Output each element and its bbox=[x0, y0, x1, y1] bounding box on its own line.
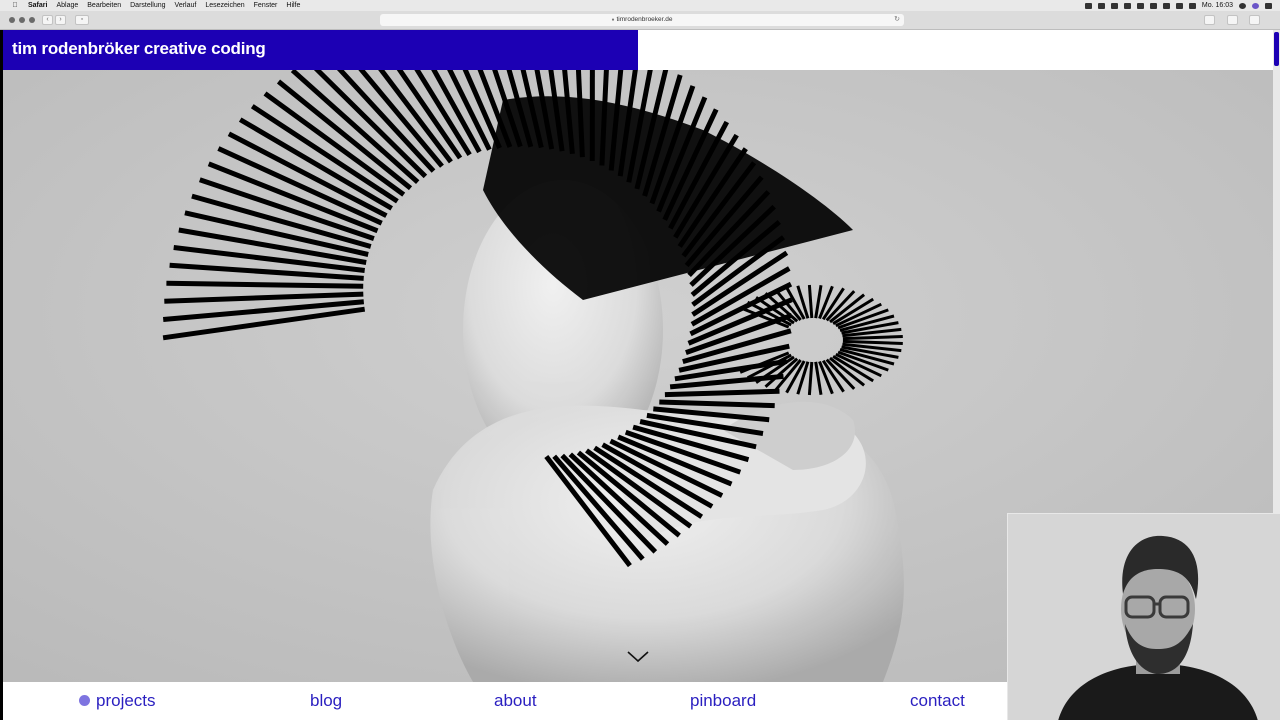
scrollbar-thumb[interactable] bbox=[1274, 32, 1279, 66]
notification-center-icon[interactable] bbox=[1265, 2, 1272, 9]
nav-pinboard[interactable]: pinboard bbox=[690, 691, 756, 711]
cloud-icon[interactable] bbox=[1149, 2, 1157, 9]
menu-bearbeiten[interactable]: Bearbeiten bbox=[87, 2, 121, 9]
window-controls bbox=[9, 17, 35, 23]
ribbon-stroke bbox=[166, 280, 364, 289]
active-dot-icon bbox=[79, 695, 90, 706]
lock-icon: ● bbox=[611, 17, 615, 23]
menu-darstellung[interactable]: Darstellung bbox=[130, 2, 165, 9]
menu-lesezeichen[interactable]: Lesezeichen bbox=[205, 2, 244, 9]
ribbon-stroke bbox=[842, 335, 903, 341]
dropbox-icon[interactable] bbox=[1136, 2, 1144, 9]
menu-verlauf[interactable]: Verlauf bbox=[175, 2, 197, 9]
header-blank bbox=[638, 30, 1273, 70]
ribbon-stroke bbox=[664, 388, 780, 398]
forward-icon: › bbox=[59, 16, 62, 23]
chevron-down-icon[interactable] bbox=[626, 650, 650, 664]
nav-projects[interactable]: projects bbox=[79, 691, 156, 711]
nav-blog[interactable]: blog bbox=[310, 691, 342, 711]
status-area: Mo. 16:03 bbox=[1084, 0, 1272, 11]
status-icon[interactable] bbox=[1097, 2, 1105, 9]
download-icon[interactable] bbox=[1204, 15, 1215, 25]
url-text: timrodenbroeker.de bbox=[616, 16, 673, 23]
sidebar-icon: ▫ bbox=[80, 16, 84, 23]
siri-icon[interactable] bbox=[1252, 2, 1259, 9]
status-icon[interactable] bbox=[1123, 2, 1131, 9]
nav-about[interactable]: about bbox=[494, 691, 537, 711]
sidebar-button[interactable]: ▫ bbox=[75, 15, 89, 25]
menu-app-safari[interactable]: Safari bbox=[28, 2, 47, 9]
close-window-button[interactable] bbox=[9, 17, 15, 23]
share-icon[interactable] bbox=[1227, 15, 1238, 25]
browser-toolbar: ‹ › ▫ ● timrodenbroeker.de ↻ bbox=[0, 11, 1280, 30]
menu-fenster[interactable]: Fenster bbox=[254, 2, 278, 9]
volume-icon[interactable] bbox=[1175, 2, 1183, 9]
address-bar[interactable]: ● timrodenbroeker.de ↻ bbox=[380, 14, 904, 26]
back-icon: ‹ bbox=[46, 16, 49, 23]
apple-icon[interactable]:  bbox=[10, 2, 20, 9]
nav-contact[interactable]: contact bbox=[910, 691, 965, 711]
spotlight-icon[interactable] bbox=[1239, 2, 1246, 9]
tabs-icon[interactable] bbox=[1249, 15, 1260, 25]
nav-label: projects bbox=[96, 691, 156, 710]
wifi-icon[interactable] bbox=[1162, 2, 1170, 9]
status-icon[interactable] bbox=[1110, 2, 1118, 9]
forward-button[interactable]: › bbox=[55, 15, 66, 25]
flag-icon[interactable] bbox=[1188, 2, 1196, 9]
webcam-overlay bbox=[1007, 513, 1280, 720]
site-title[interactable]: tim rodenbröker creative coding bbox=[3, 30, 638, 70]
status-icon[interactable] bbox=[1084, 2, 1092, 9]
menu-clock[interactable]: Mo. 16:03 bbox=[1202, 2, 1233, 9]
reload-icon[interactable]: ↻ bbox=[894, 14, 900, 26]
back-button[interactable]: ‹ bbox=[42, 15, 53, 25]
zoom-window-button[interactable] bbox=[29, 17, 35, 23]
menu-hilfe[interactable]: Hilfe bbox=[286, 2, 300, 9]
presenter-video bbox=[1008, 514, 1280, 720]
menu-ablage[interactable]: Ablage bbox=[56, 2, 78, 9]
minimize-window-button[interactable] bbox=[19, 17, 25, 23]
ribbon-stroke bbox=[842, 339, 903, 345]
menu-bar:  Safari Ablage Bearbeiten Darstellung V… bbox=[0, 0, 1280, 11]
